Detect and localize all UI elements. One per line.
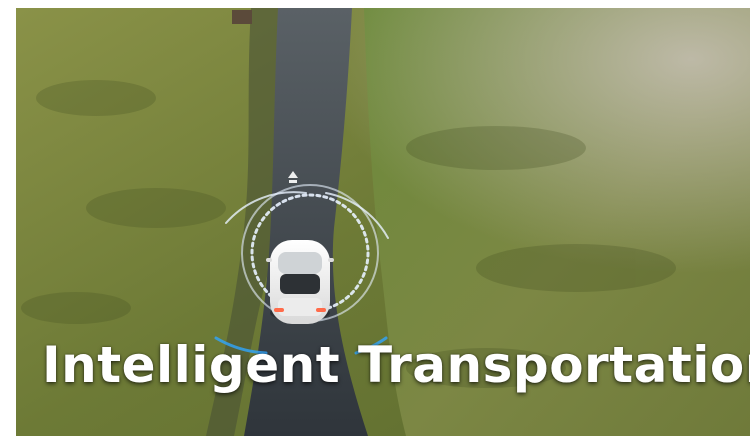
- caption-text: Intelligent Transportation: [42, 336, 750, 394]
- car-icon: [266, 240, 334, 324]
- photo-frame: Intelligent Transportation: [16, 8, 750, 436]
